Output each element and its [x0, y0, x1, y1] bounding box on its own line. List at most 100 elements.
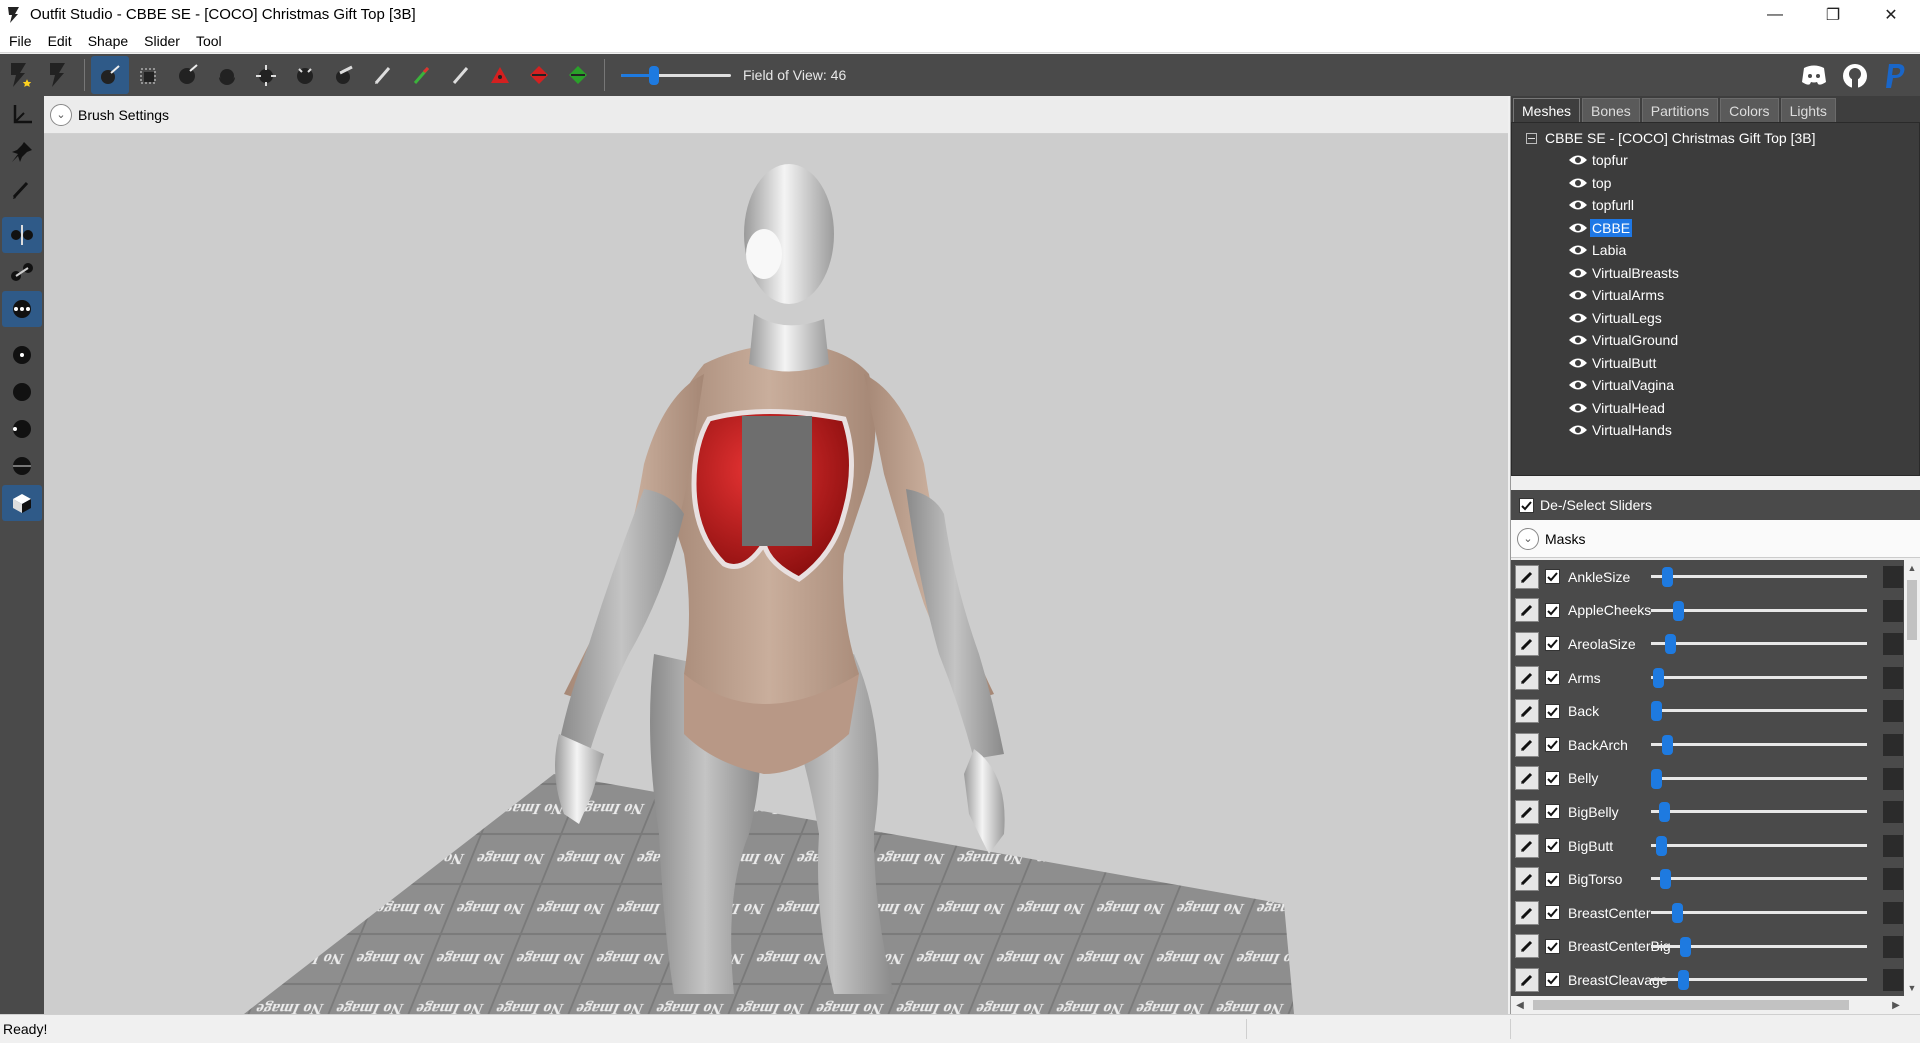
slider-edit-button[interactable]	[1515, 799, 1539, 824]
restore-button[interactable]: ❐	[1804, 0, 1862, 29]
eye-icon[interactable]	[1568, 244, 1588, 256]
slider-track[interactable]	[1651, 910, 1867, 914]
scroll-left-icon[interactable]: ◀	[1511, 996, 1529, 1014]
slider-checkbox[interactable]	[1545, 636, 1560, 652]
slider-checkbox[interactable]	[1545, 569, 1560, 585]
discord-button[interactable]	[1797, 57, 1831, 95]
slider-edit-button[interactable]	[1515, 867, 1539, 892]
slider-value-box[interactable]	[1883, 599, 1903, 622]
tab-colors[interactable]: Colors	[1720, 98, 1779, 122]
deflate-brush-button[interactable]	[286, 56, 324, 94]
mesh-item[interactable]: topfur	[1512, 149, 1919, 172]
eye-icon[interactable]	[1568, 267, 1588, 279]
mesh-item[interactable]: Labia	[1512, 239, 1919, 262]
scroll-down-icon[interactable]: ▼	[1904, 980, 1920, 996]
slider-track[interactable]	[1651, 877, 1867, 881]
tab-meshes[interactable]: Meshes	[1513, 98, 1581, 122]
vertex-points-button[interactable]	[2, 291, 42, 327]
slider-thumb[interactable]	[1661, 567, 1673, 587]
menu-edit[interactable]: Edit	[39, 33, 79, 49]
menu-tool[interactable]: Tool	[187, 33, 229, 49]
slider-track[interactable]	[1651, 575, 1867, 578]
slider-value-box[interactable]	[1883, 666, 1903, 689]
show-points-button[interactable]	[2, 337, 42, 373]
move-down-button[interactable]	[559, 56, 597, 94]
x-mirror-button[interactable]	[2, 217, 42, 253]
slider-track[interactable]	[1651, 709, 1867, 713]
menu-slider[interactable]: Slider	[135, 33, 187, 49]
axes-tool-button[interactable]	[2, 97, 42, 133]
slider-track[interactable]	[1651, 843, 1867, 847]
slider-edit-button[interactable]	[1515, 833, 1539, 858]
slider-thumb[interactable]	[1678, 970, 1689, 991]
slider-edit-button[interactable]	[1515, 732, 1539, 757]
menu-shape[interactable]: Shape	[79, 33, 135, 49]
slider-track[interactable]	[1651, 742, 1867, 746]
tree-root[interactable]: CBBE SE - [COCO] Christmas Gift Top [3B]	[1512, 127, 1919, 149]
eye-icon[interactable]	[1568, 424, 1588, 436]
slider-thumb[interactable]	[1653, 667, 1665, 688]
close-button[interactable]: ✕	[1862, 0, 1920, 29]
slider-value-box[interactable]	[1883, 633, 1903, 656]
slider-checkbox[interactable]	[1545, 602, 1560, 618]
collapse-toggle-icon[interactable]	[1526, 132, 1537, 144]
eye-icon[interactable]	[1568, 177, 1588, 189]
eye-icon[interactable]	[1568, 334, 1588, 346]
slider-thumb[interactable]	[1651, 768, 1662, 789]
mesh-item[interactable]: VirtualGround	[1512, 329, 1919, 352]
3d-viewport[interactable]: ⌄ Brush Settings No Image	[44, 96, 1508, 1014]
paypal-button[interactable]	[1879, 57, 1913, 95]
wireframe-button[interactable]	[2, 374, 42, 410]
unmask-brush-button[interactable]	[208, 56, 246, 94]
mesh-item[interactable]: topfurll	[1512, 194, 1919, 217]
tab-lights[interactable]: Lights	[1780, 98, 1836, 122]
slider-checkbox[interactable]	[1545, 804, 1560, 820]
slider-value-box[interactable]	[1883, 868, 1903, 891]
connected-only-button[interactable]	[2, 254, 42, 290]
slider-track[interactable]	[1651, 776, 1867, 780]
slider-edit-button[interactable]	[1515, 631, 1539, 656]
minimize-button[interactable]: —	[1746, 0, 1804, 29]
weight-brush-button[interactable]	[403, 56, 441, 94]
mesh-item[interactable]: VirtualHead	[1512, 397, 1919, 420]
alpha-brush-button[interactable]	[481, 56, 519, 94]
vertical-scroll-thumb[interactable]	[1907, 580, 1917, 640]
eye-icon[interactable]	[1568, 312, 1588, 324]
menu-file[interactable]: File	[0, 33, 39, 49]
fov-slider-thumb[interactable]	[649, 66, 659, 85]
slider-value-box[interactable]	[1883, 566, 1903, 588]
eye-icon[interactable]	[1568, 357, 1588, 369]
slider-value-box[interactable]	[1883, 801, 1903, 824]
eye-icon[interactable]	[1568, 402, 1588, 414]
scroll-up-icon[interactable]: ▲	[1904, 560, 1920, 576]
slider-value-box[interactable]	[1883, 935, 1903, 958]
slider-thumb[interactable]	[1680, 936, 1692, 957]
field-of-view-slider[interactable]	[621, 65, 731, 85]
mesh-item[interactable]: VirtualHands	[1512, 419, 1919, 442]
slider-thumb[interactable]	[1661, 734, 1673, 755]
slider-thumb[interactable]	[1672, 600, 1684, 621]
color-brush-button[interactable]	[442, 56, 480, 94]
github-button[interactable]	[1838, 57, 1872, 95]
slider-checkbox[interactable]	[1545, 938, 1560, 954]
eye-icon[interactable]	[1568, 379, 1588, 391]
slider-thumb[interactable]	[1671, 902, 1683, 923]
smooth-brush-button[interactable]	[364, 56, 402, 94]
load-project-button[interactable]	[39, 56, 77, 94]
brush-edit-button[interactable]	[2, 171, 42, 207]
slider-edit-button[interactable]	[1515, 665, 1539, 690]
transform-tool-button[interactable]	[130, 56, 168, 94]
slider-thumb[interactable]	[1658, 802, 1670, 823]
slider-checkbox[interactable]	[1545, 737, 1560, 753]
slider-checkbox[interactable]	[1545, 905, 1560, 921]
lighting-button[interactable]	[2, 411, 42, 447]
slider-edit-button[interactable]	[1515, 766, 1539, 791]
tab-partitions[interactable]: Partitions	[1641, 98, 1719, 122]
mask-visibility-button[interactable]	[2, 448, 42, 484]
mesh-item[interactable]: VirtualArms	[1512, 284, 1919, 307]
pin-tool-button[interactable]	[2, 134, 42, 170]
mesh-item[interactable]: VirtualVagina	[1512, 374, 1919, 397]
mesh-item[interactable]: top	[1512, 172, 1919, 195]
slider-track[interactable]	[1651, 642, 1867, 646]
select-tool-button[interactable]	[91, 56, 129, 94]
